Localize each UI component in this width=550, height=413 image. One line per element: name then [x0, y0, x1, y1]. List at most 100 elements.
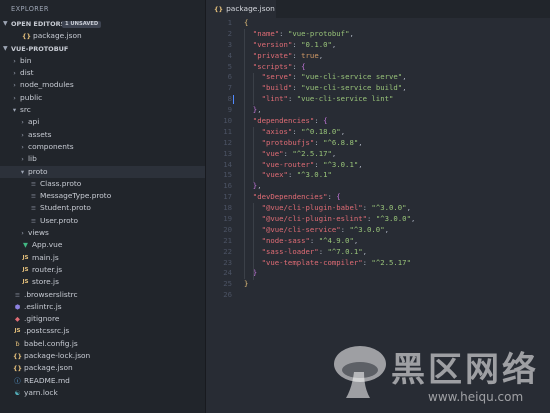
- tree-folder[interactable]: › bin: [0, 55, 205, 67]
- code-line[interactable]: "@vue/cli-plugin-babel": "^3.0.0",: [244, 203, 415, 214]
- tree-file[interactable]: ≡ Class.proto: [0, 178, 205, 190]
- code-token: "^6.8.8": [323, 137, 359, 147]
- code-line[interactable]: "vue-router": "^3.0.1",: [244, 160, 415, 171]
- line-number: 3: [227, 39, 232, 49]
- tree-file[interactable]: JS store.js: [0, 276, 205, 288]
- code-token: "lint": [261, 94, 288, 104]
- code-token: :: [279, 28, 288, 38]
- code-line[interactable]: "build": "vue-cli-service build",: [244, 83, 415, 94]
- code-line[interactable]: "devDependencies": {: [244, 192, 415, 203]
- code-line[interactable]: "version": "0.1.0",: [244, 40, 415, 51]
- tree-folder[interactable]: ▾ proto: [0, 165, 205, 178]
- code-token: ,: [410, 214, 416, 224]
- code-token: "vue-protobuf": [287, 28, 350, 38]
- tree-file[interactable]: ≡ Student.proto: [0, 202, 205, 214]
- tree-folder[interactable]: › api: [0, 116, 205, 128]
- code-line[interactable]: "private": true,: [244, 51, 415, 62]
- code-line[interactable]: "vue": "^2.5.17",: [244, 149, 415, 160]
- tree-file[interactable]: JS router.js: [0, 264, 205, 276]
- code-token: "0.1.0": [301, 39, 332, 49]
- code-token: "^2.5.17": [371, 257, 411, 267]
- code-line[interactable]: "name": "vue-protobuf",: [244, 29, 415, 40]
- explorer-title: EXPLORER: [11, 5, 49, 13]
- explorer-sidebar: EXPLORER ▼ OPEN EDITORS 1 UNSAVED {} pack…: [0, 0, 206, 413]
- line-number: 2: [227, 28, 232, 38]
- code-token: :: [292, 50, 302, 60]
- code-line[interactable]: "node-sass": "^4.9.0",: [244, 236, 415, 247]
- code-token: "@vue/cli-plugin-babel": [261, 203, 363, 213]
- code-line[interactable]: "axios": "^0.18.0",: [244, 127, 415, 138]
- code-line[interactable]: "protobufjs": "^6.8.8",: [244, 138, 415, 149]
- tree-file[interactable]: ≡ User.proto: [0, 215, 205, 227]
- tree-folder[interactable]: › node_modules: [0, 79, 205, 91]
- code-line[interactable]: "vue-template-compiler": "^2.5.17": [244, 258, 415, 269]
- tree-folder[interactable]: › dist: [0, 67, 205, 79]
- code-line[interactable]: "scripts": {: [244, 62, 415, 73]
- text-cursor: [233, 95, 235, 104]
- tree-folder[interactable]: › public: [0, 92, 205, 104]
- tree-file[interactable]: ⬢ .eslintrc.js: [0, 301, 205, 313]
- vue-icon: ▼: [23, 241, 28, 250]
- tree-folder[interactable]: › assets: [0, 129, 205, 141]
- indent-guide: [253, 72, 254, 106]
- code-line[interactable]: "lint": "vue-cli-service lint": [244, 94, 415, 105]
- code-line[interactable]: "vuex": "^3.0.1": [244, 170, 415, 181]
- tree-file[interactable]: {} package.json: [0, 362, 205, 374]
- project-header[interactable]: ▼ VUE-PROTOBUF: [0, 43, 205, 55]
- line-number: 24: [223, 268, 232, 278]
- code-line[interactable]: "@vue/cli-service": "^3.0.0",: [244, 225, 415, 236]
- code-token: ,: [406, 203, 411, 213]
- code-line[interactable]: }: [244, 268, 415, 279]
- open-editors-header[interactable]: ▼ OPEN EDITORS 1 UNSAVED: [0, 18, 205, 30]
- chevron-right-icon: ›: [21, 130, 24, 139]
- file-icon: ≡: [30, 179, 37, 188]
- tree-file[interactable]: ⓘ README.md: [0, 375, 205, 387]
- tree-folder[interactable]: › views: [0, 227, 205, 239]
- line-number: 16: [223, 181, 232, 191]
- open-editor-item[interactable]: {} package.json: [0, 30, 205, 42]
- code-line[interactable]: "serve": "vue-cli-service serve",: [244, 72, 415, 83]
- tree-folder[interactable]: › components: [0, 141, 205, 153]
- chevron-right-icon: ›: [13, 69, 16, 78]
- code-token: "^3.0.0": [371, 203, 407, 213]
- code-line[interactable]: "dependencies": {: [244, 116, 415, 127]
- tree-file[interactable]: ≡ .browserslistrc: [0, 289, 205, 301]
- tree-label: package-lock.json: [24, 351, 91, 361]
- code-line[interactable]: },: [244, 181, 415, 192]
- tree-file[interactable]: {} package-lock.json: [0, 350, 205, 362]
- code-token: "protobufjs": [261, 137, 315, 147]
- code-token: "@vue/cli-service": [261, 224, 341, 234]
- code-content[interactable]: { "name": "vue-protobuf", "version": "0.…: [244, 18, 415, 301]
- code-line[interactable]: "sass-loader": "^7.0.1",: [244, 247, 415, 258]
- json-icon: {}: [13, 352, 23, 361]
- tree-file[interactable]: ▼ App.vue: [0, 239, 205, 251]
- tree-file[interactable]: ◆ .gitignore: [0, 313, 205, 325]
- tree-file[interactable]: JS main.js: [0, 252, 205, 264]
- js-icon: JS: [22, 279, 29, 286]
- file-icon: ≡: [14, 290, 21, 299]
- tree-file[interactable]: ☯ yarn.lock: [0, 387, 205, 399]
- code-line[interactable]: [244, 290, 415, 301]
- tree-label: .gitignore: [24, 314, 60, 324]
- tree-file[interactable]: ƀ babel.config.js: [0, 338, 205, 350]
- code-token: {: [301, 61, 306, 71]
- tab-package-json[interactable]: {} package.json: [206, 0, 276, 18]
- tree-label: components: [28, 141, 74, 151]
- tree-label: main.js: [32, 252, 59, 262]
- code-line[interactable]: "@vue/cli-plugin-eslint": "^3.0.0",: [244, 214, 416, 225]
- code-line[interactable]: }: [244, 279, 415, 290]
- code-line[interactable]: {: [244, 18, 415, 29]
- code-token: "vue-cli-service serve": [301, 72, 403, 82]
- tree-file[interactable]: JS .postcssrc.js: [0, 325, 205, 337]
- tree-label: README.md: [24, 375, 70, 385]
- open-editor-label: package.json: [33, 31, 82, 41]
- tree-file[interactable]: ≡ MessageType.proto: [0, 190, 205, 202]
- code-line[interactable]: },: [244, 105, 415, 116]
- tree-folder[interactable]: › lib: [0, 153, 205, 165]
- js-icon: JS: [14, 328, 21, 335]
- tree-label: dist: [20, 68, 34, 78]
- tree-folder[interactable]: ▾ src: [0, 104, 205, 116]
